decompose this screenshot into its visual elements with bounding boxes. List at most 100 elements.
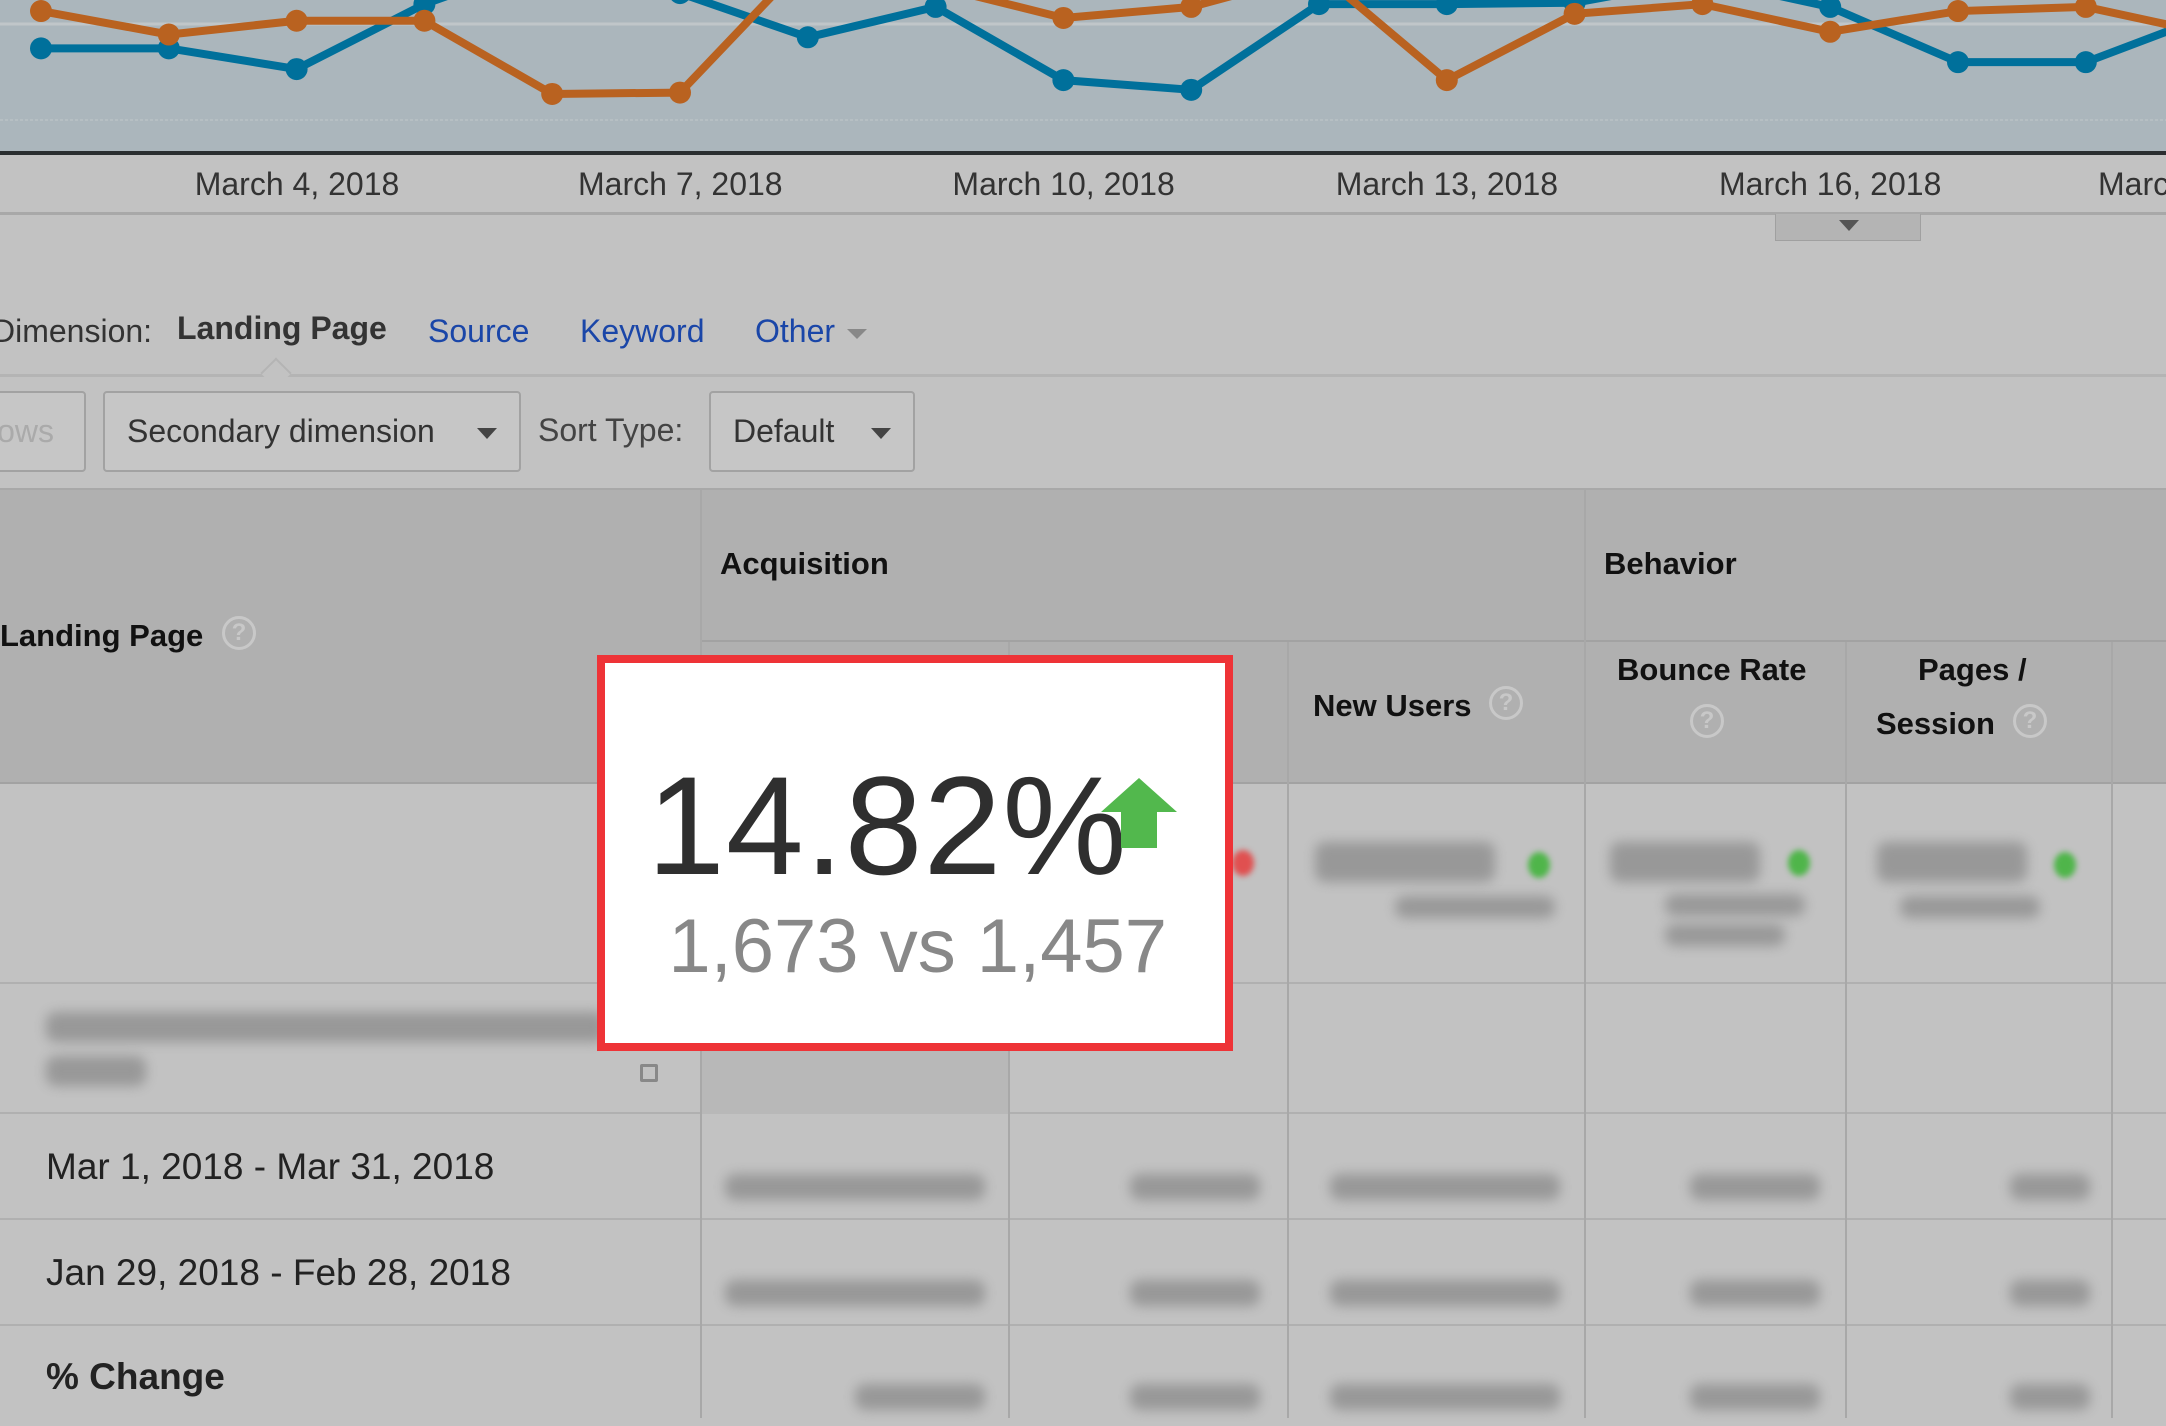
blurred-value	[1877, 842, 2027, 882]
data-point[interactable]	[1435, 0, 1458, 16]
blurred-value	[1130, 1174, 1260, 1200]
data-point[interactable]	[2074, 51, 2097, 74]
bounce-rate-label: Bounce Rate	[1617, 652, 1807, 687]
rows-label: Rows	[0, 413, 55, 449]
landing-page-header-label: Landing Page	[0, 618, 204, 653]
blurred-value	[1690, 1384, 1820, 1410]
help-icon[interactable]	[222, 616, 256, 650]
rows-button[interactable]: Rows	[0, 391, 86, 472]
data-point[interactable]	[796, 26, 819, 49]
acquisition-label: Acquisition	[720, 546, 889, 581]
blurred-value	[1330, 1174, 1560, 1200]
chevron-down-icon	[847, 328, 868, 339]
column-divider	[2111, 642, 2113, 1418]
data-point[interactable]	[1180, 0, 1203, 18]
chevron-down-icon	[871, 428, 891, 439]
table-row: % Change	[0, 1326, 2166, 1426]
data-point[interactable]	[285, 9, 308, 32]
data-point[interactable]	[541, 82, 564, 105]
sort-type-label: Sort Type:	[538, 412, 684, 448]
x-tick-label: March 10, 2018	[952, 166, 1175, 202]
pages-label: Pages /	[1918, 652, 2027, 687]
date-range-current: Mar 1, 2018 - Mar 31, 2018	[46, 1146, 495, 1187]
blurred-value	[1315, 842, 1495, 882]
arrow-up-icon	[1101, 778, 1177, 848]
percent-change-label: % Change	[46, 1356, 225, 1397]
table-row: Jan 29, 2018 - Feb 28, 2018	[0, 1220, 2166, 1326]
blurred-value	[2010, 1384, 2090, 1410]
comparison-tooltip: 14.82% 1,673 vs 1,457	[597, 655, 1233, 1051]
blurred-value	[725, 1280, 985, 1306]
table-row: Mar 1, 2018 - Mar 31, 2018	[0, 1114, 2166, 1220]
blurred-value	[855, 1384, 985, 1410]
bounce-rate-column-header[interactable]: Bounce Rate	[1586, 642, 1847, 784]
blurred-value	[1330, 1384, 1560, 1410]
data-point[interactable]	[1691, 0, 1714, 16]
blurred-value	[1665, 894, 1805, 916]
new-users-column-header[interactable]: New Users	[1289, 642, 1586, 784]
behavior-label: Behavior	[1604, 546, 1737, 581]
help-icon[interactable]	[1690, 704, 1724, 738]
blurred-value	[2010, 1280, 2090, 1306]
blurred-page-path	[46, 1056, 146, 1086]
trend-dot	[1528, 852, 1550, 878]
next-column-header[interactable]	[2113, 642, 2166, 784]
x-tick-label: Marc	[2098, 166, 2166, 202]
data-point[interactable]	[1052, 6, 1075, 29]
chevron-down-icon	[477, 428, 497, 439]
sort-type-value: Default	[733, 413, 835, 449]
blurred-page-path	[46, 1012, 606, 1042]
data-point[interactable]	[669, 0, 691, 5]
pages-session-column-header[interactable]: Pages / Session	[1847, 642, 2113, 784]
data-point[interactable]	[1947, 51, 1969, 74]
data-point[interactable]	[413, 9, 436, 32]
dimension-source-link[interactable]: Source	[428, 313, 529, 350]
secondary-dimension-dropdown[interactable]: Secondary dimension	[103, 391, 521, 472]
x-tick-label: March 7, 2018	[578, 166, 783, 202]
x-axis-line	[0, 151, 2166, 155]
column-divider	[1584, 488, 1586, 1418]
data-point[interactable]	[1563, 2, 1586, 25]
data-point[interactable]	[1819, 20, 1842, 43]
blurred-value	[1690, 1174, 1820, 1200]
comparison-values: 1,673 vs 1,457	[668, 904, 1167, 989]
trend-dot	[1788, 850, 1810, 876]
data-point[interactable]	[1180, 78, 1203, 101]
data-point[interactable]	[1819, 0, 1842, 18]
external-link-icon[interactable]	[640, 1064, 658, 1082]
data-point[interactable]	[2074, 0, 2097, 18]
blurred-value	[2010, 1174, 2090, 1200]
blurred-value	[1900, 896, 2040, 918]
dimension-keyword-link[interactable]: Keyword	[580, 313, 705, 350]
column-divider	[1287, 642, 1289, 1418]
session-label: Session	[1876, 706, 1995, 741]
data-point[interactable]	[285, 58, 308, 81]
blurred-value	[1690, 1280, 1820, 1306]
trend-dot	[1232, 850, 1254, 876]
sort-type-dropdown[interactable]: Default	[709, 391, 915, 472]
x-tick-label: March 16, 2018	[1719, 166, 1942, 202]
blurred-value	[1610, 842, 1760, 882]
data-point[interactable]	[30, 37, 52, 60]
dimension-landing-page-tab[interactable]: Landing Page	[177, 310, 387, 347]
blurred-value	[1130, 1384, 1260, 1410]
percent-change-value: 14.82%	[647, 747, 1128, 904]
data-point[interactable]	[157, 23, 180, 46]
data-point[interactable]	[1052, 69, 1075, 92]
secondary-dimension-label: Secondary dimension	[127, 413, 435, 449]
data-point[interactable]	[1435, 69, 1458, 92]
blurred-value	[1395, 896, 1555, 918]
help-icon[interactable]	[2013, 704, 2047, 738]
new-users-label: New Users	[1313, 688, 1472, 723]
data-point[interactable]	[30, 0, 52, 23]
data-point[interactable]	[669, 81, 691, 104]
dimension-other-dropdown[interactable]: Other	[755, 313, 868, 350]
column-divider	[1845, 642, 1847, 1418]
help-icon[interactable]	[1489, 686, 1523, 720]
chart-collapse-handle[interactable]	[1775, 214, 1921, 241]
dimension-divider	[0, 374, 2166, 377]
blurred-value	[1130, 1280, 1260, 1306]
blurred-value	[1330, 1280, 1560, 1306]
data-point[interactable]	[1947, 0, 1969, 23]
behavior-group-header: Behavior	[1586, 490, 2166, 642]
